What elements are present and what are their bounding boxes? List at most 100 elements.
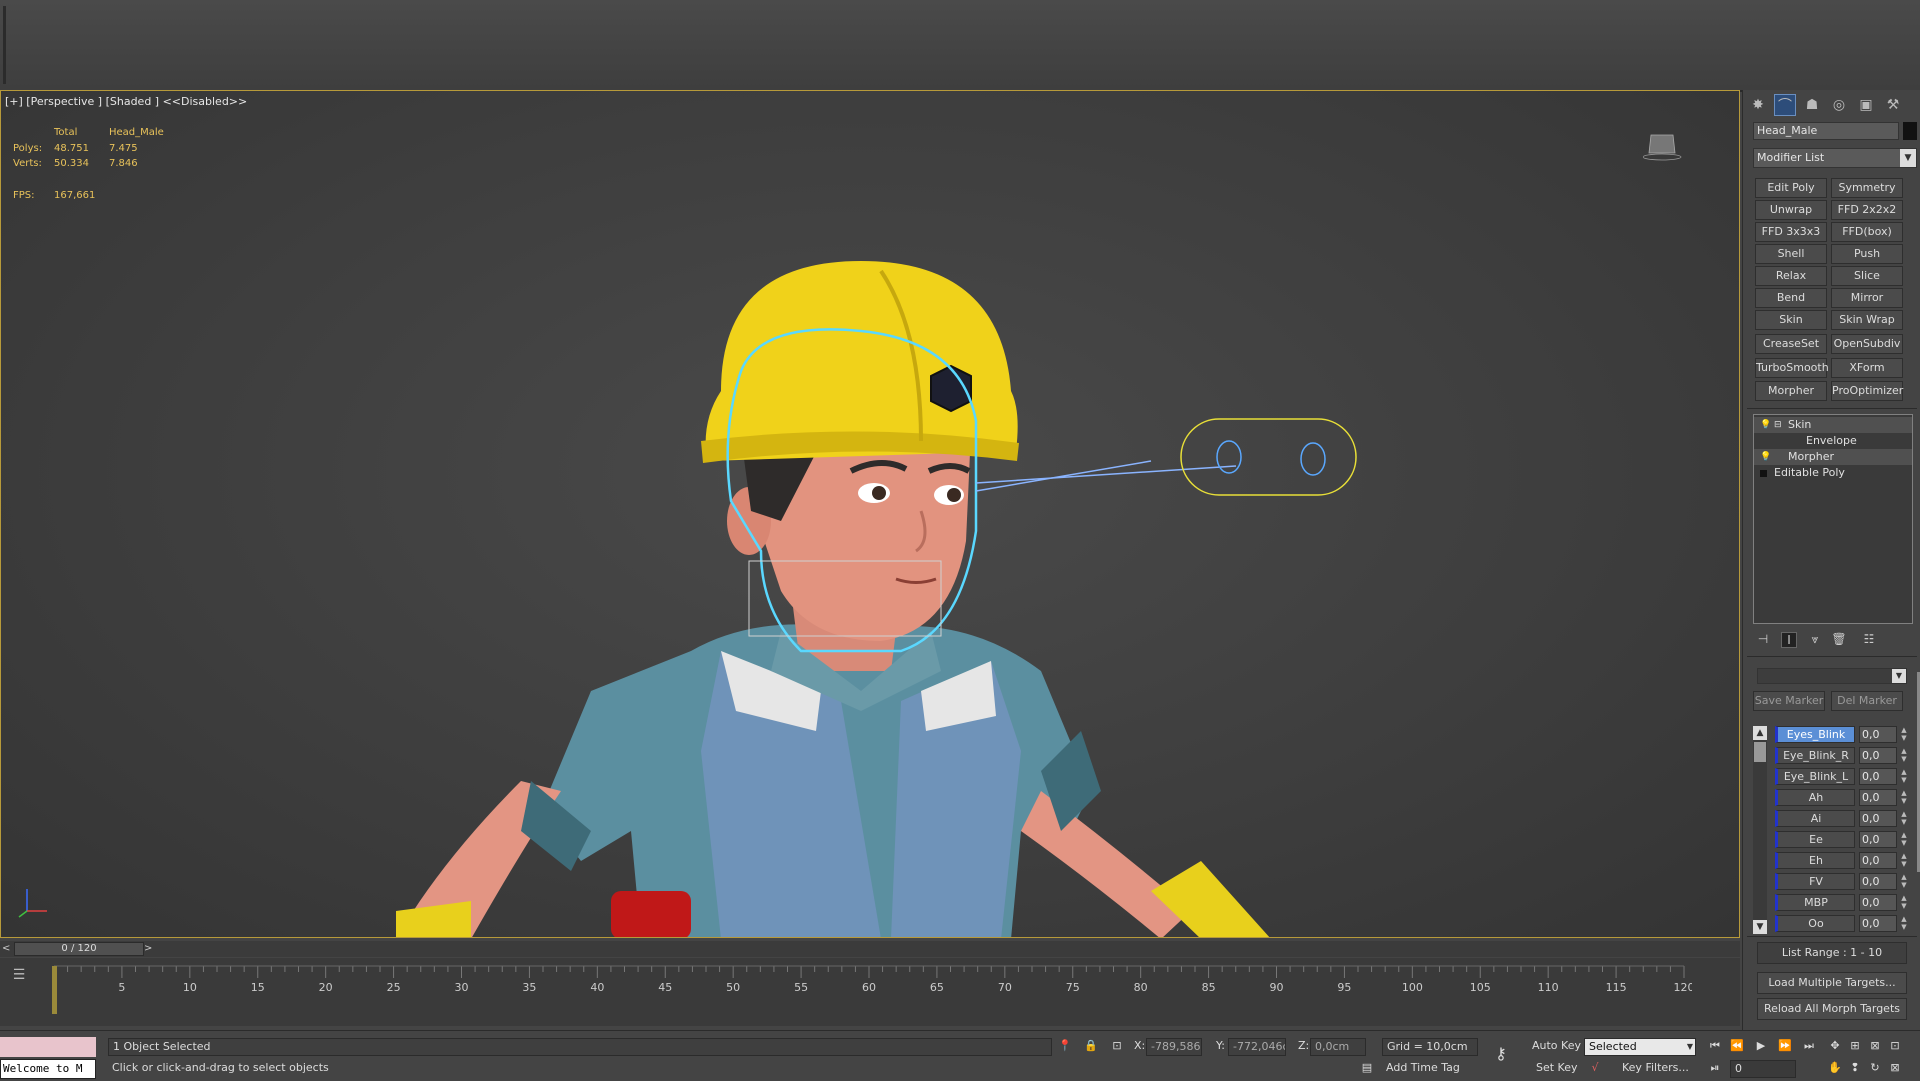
modifier-list-dropdown[interactable]: Modifier List ▼ <box>1753 148 1917 168</box>
modifier-button[interactable]: ProOptimizer <box>1831 381 1903 401</box>
modifier-button[interactable]: Morpher <box>1755 381 1827 401</box>
morph-channel-value[interactable]: 0,0 <box>1859 726 1897 743</box>
utilities-icon[interactable]: ⚒ <box>1882 94 1904 116</box>
reload-all-morph-targets-button[interactable]: Reload All Morph Targets <box>1757 998 1907 1020</box>
save-marker-button[interactable]: Save Marker <box>1753 691 1825 711</box>
make-unique-icon[interactable]: ⩔ <box>1807 632 1823 648</box>
prev-frame-button[interactable]: < <box>2 942 12 956</box>
maxscript-input[interactable]: Welcome to M <box>0 1059 96 1079</box>
maxscript-listener-mini[interactable] <box>0 1037 96 1057</box>
modifier-stack[interactable]: 💡 ⊟ Skin Envelope 💡 Morpher Editable Pol… <box>1753 414 1913 624</box>
morph-channel-row[interactable]: Ah 0,0 ▲ ▼ <box>1775 789 1913 808</box>
stack-item-editable-poly[interactable]: Editable Poly <box>1754 465 1912 481</box>
chevron-down-icon[interactable]: ▼ <box>1892 669 1906 683</box>
set-keys-curve-icon[interactable]: √ <box>1586 1059 1604 1077</box>
spinner-icon[interactable]: ▲ ▼ <box>1900 810 1908 827</box>
spinner-icon[interactable]: ▲ ▼ <box>1900 894 1908 911</box>
character-scene[interactable] <box>1 91 1740 938</box>
create-icon[interactable]: ✸ <box>1747 94 1769 116</box>
morph-channel-row[interactable]: MBP 0,0 ▲ ▼ <box>1775 894 1913 913</box>
field-of-view-icon[interactable]: ⊠ <box>1866 1037 1884 1055</box>
remove-modifier-icon[interactable]: 🗑 <box>1831 632 1847 648</box>
chevron-down-icon[interactable]: ▼ <box>1900 149 1916 167</box>
spinner-icon[interactable]: ▲ ▼ <box>1900 747 1908 764</box>
marker-dropdown[interactable]: ▼ <box>1757 668 1907 684</box>
modifier-button[interactable]: Mirror <box>1831 288 1903 308</box>
key-icon[interactable]: ⚷ <box>1492 1045 1510 1063</box>
morph-channel-name[interactable]: Ah <box>1775 789 1855 806</box>
play-icon[interactable]: ▶ <box>1752 1037 1770 1055</box>
modifier-button[interactable]: Push <box>1831 244 1903 264</box>
display-icon[interactable]: ▣ <box>1855 94 1877 116</box>
object-name-field[interactable]: Head_Male <box>1753 122 1899 140</box>
stack-item-envelope[interactable]: Envelope <box>1754 433 1912 449</box>
maximize-viewport-icon[interactable]: ⊡ <box>1886 1037 1904 1055</box>
key-mode-dropdown[interactable]: Selected ▼ <box>1584 1038 1696 1056</box>
modifier-button[interactable]: Unwrap UVW <box>1755 200 1827 234</box>
spinner-icon[interactable]: ▲ ▼ <box>1900 915 1908 932</box>
add-time-tag[interactable]: Add Time Tag <box>1386 1059 1460 1077</box>
go-to-end-icon[interactable]: ⏭ <box>1800 1037 1818 1055</box>
morph-channel-name[interactable]: Eyes_Blink <box>1775 726 1855 743</box>
modifier-button[interactable]: FFD 3x3x3 <box>1755 222 1827 242</box>
morph-channel-row[interactable]: FV 0,0 ▲ ▼ <box>1775 873 1913 892</box>
morph-channel-value[interactable]: 0,0 <box>1859 915 1897 932</box>
scrollbar-thumb[interactable] <box>1754 742 1766 762</box>
morph-channel-value[interactable]: 0,0 <box>1859 747 1897 764</box>
modifier-button[interactable]: Symmetry <box>1831 178 1903 198</box>
morph-channel-name[interactable]: Ai <box>1775 810 1855 827</box>
set-key-button[interactable]: Set Key <box>1536 1059 1578 1077</box>
isolate-selection-icon[interactable]: 📍 <box>1056 1037 1074 1055</box>
modifier-button[interactable]: Skin <box>1755 310 1827 330</box>
morph-channel-name[interactable]: Oo <box>1775 915 1855 932</box>
morph-channel-name[interactable]: FV <box>1775 873 1855 890</box>
morph-channel-value[interactable]: 0,0 <box>1859 810 1897 827</box>
modifier-button[interactable]: Slice <box>1831 266 1903 286</box>
maximize-toggle-icon[interactable]: ⊠ <box>1886 1059 1904 1077</box>
morph-channel-value[interactable]: 0,0 <box>1859 768 1897 785</box>
morph-channel-name[interactable]: Eh <box>1775 852 1855 869</box>
morph-channel-value[interactable]: 0,0 <box>1859 831 1897 848</box>
morph-channel-name[interactable]: MBP <box>1775 894 1855 911</box>
selection-lock-icon[interactable]: 🔒 <box>1082 1037 1100 1055</box>
modifier-button[interactable]: Bend <box>1755 288 1827 308</box>
show-end-result-icon[interactable]: I <box>1781 632 1797 648</box>
morph-channel-row[interactable]: Oo 0,0 ▲ ▼ <box>1775 915 1913 934</box>
chevron-up-icon[interactable]: ▲ <box>1753 726 1767 740</box>
load-multiple-targets-button[interactable]: Load Multiple Targets... <box>1757 972 1907 994</box>
list-range-field[interactable]: List Range : 1 - 10 <box>1757 942 1907 964</box>
current-frame-field[interactable]: 0 <box>1730 1060 1796 1078</box>
curve-editor-icon[interactable]: ☰ <box>8 964 30 986</box>
modifier-button[interactable]: XForm <box>1831 358 1903 378</box>
current-frame-marker[interactable] <box>52 966 57 1014</box>
key-mode-toggle-icon[interactable]: ⏯ <box>1706 1059 1724 1077</box>
perspective-viewport[interactable]: [+] [Perspective ] [Shaded ] <<Disabled>… <box>0 90 1740 938</box>
absolute-mode-icon[interactable]: ⊡ <box>1108 1037 1126 1055</box>
spinner-icon[interactable]: ▲ ▼ <box>1900 768 1908 785</box>
object-color-swatch[interactable] <box>1903 122 1917 140</box>
x-coord-field[interactable]: -789,586cr <box>1146 1038 1202 1056</box>
time-slider[interactable]: < 0 / 120 > <box>0 941 1740 957</box>
morph-channel-name[interactable]: Eye_Blink_L <box>1775 768 1855 785</box>
modifier-button[interactable]: CreaseSet <box>1755 334 1827 354</box>
morph-channel-row[interactable]: Ai 0,0 ▲ ▼ <box>1775 810 1913 829</box>
modifier-button[interactable]: Edit Poly <box>1755 178 1827 198</box>
morph-channel-value[interactable]: 0,0 <box>1859 789 1897 806</box>
previous-frame-icon[interactable]: ⏪ <box>1728 1037 1746 1055</box>
spinner-icon[interactable]: ▲ ▼ <box>1900 726 1908 743</box>
configure-modifier-sets-icon[interactable]: ☷ <box>1861 632 1877 648</box>
time-slider-thumb[interactable]: 0 / 120 <box>14 942 144 956</box>
morph-channel-row[interactable]: Eyes_Blink 0,0 ▲ ▼ <box>1775 726 1913 745</box>
modifier-button[interactable]: OpenSubdiv <box>1831 334 1903 354</box>
pin-stack-icon[interactable]: ⊣ <box>1755 632 1771 648</box>
morph-channel-value[interactable]: 0,0 <box>1859 873 1897 890</box>
channel-list-scrollbar[interactable]: ▲ ▼ <box>1753 726 1767 934</box>
zoom-extents-icon[interactable]: ⊞ <box>1846 1037 1864 1055</box>
track-bar[interactable]: ☰ 05101520253035404550556065707580859095… <box>0 958 1740 1026</box>
modifier-button[interactable]: Skin Wrap <box>1831 310 1903 330</box>
y-coord-field[interactable]: -772,046cr <box>1228 1038 1286 1056</box>
morph-channel-row[interactable]: Ee 0,0 ▲ ▼ <box>1775 831 1913 850</box>
morph-channel-name[interactable]: Ee <box>1775 831 1855 848</box>
stack-item-morpher[interactable]: 💡 Morpher <box>1754 449 1912 465</box>
lightbulb-icon[interactable]: 💡 <box>1760 449 1771 465</box>
